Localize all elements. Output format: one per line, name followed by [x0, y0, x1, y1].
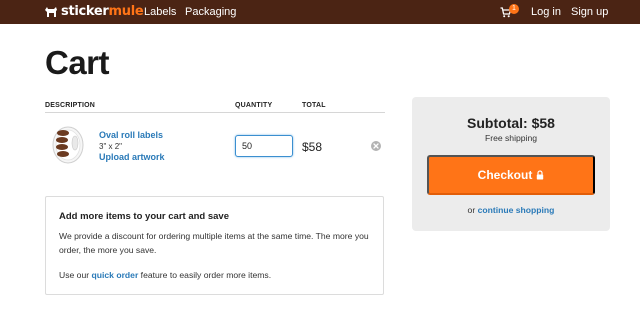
- column-header-quantity: QUANTITY: [235, 102, 273, 109]
- top-nav-bar: stickermule Labels Packaging 1 Log in Si…: [0, 0, 640, 24]
- item-total: $58: [302, 140, 323, 154]
- logo[interactable]: stickermule: [44, 4, 144, 20]
- nav-link-labels[interactable]: Labels: [144, 0, 176, 24]
- remove-item-button[interactable]: [371, 141, 381, 151]
- discount-title: Add more items to your cart and save: [59, 211, 229, 222]
- close-icon: [373, 143, 379, 149]
- checkout-button[interactable]: Checkout: [427, 155, 595, 195]
- shipping-note: Free shipping: [484, 133, 538, 143]
- quantity-input[interactable]: [235, 135, 293, 157]
- discount-description: We provide a discount for ordering multi…: [59, 231, 369, 255]
- upload-artwork-link[interactable]: Upload artwork: [99, 152, 165, 162]
- page-title: Cart: [45, 44, 110, 81]
- subtotal: Subtotal: $58: [467, 115, 555, 131]
- checkout-label: Checkout: [477, 168, 533, 182]
- item-name-link[interactable]: Oval roll labels: [99, 130, 163, 140]
- continue-shopping-link[interactable]: continue shopping: [478, 205, 555, 215]
- logo-text: stickermule: [61, 4, 144, 19]
- quick-order-note: Use our quick order feature to easily or…: [59, 270, 272, 280]
- continue-shopping-row: or continue shopping: [467, 205, 555, 215]
- order-summary-panel: Subtotal: $58 Free shipping Checkout or …: [412, 97, 610, 231]
- discount-info-box: Add more items to your cart and save We …: [45, 196, 384, 295]
- lock-icon: [537, 170, 544, 180]
- nav-link-packaging[interactable]: Packaging: [185, 0, 236, 24]
- product-thumbnail: [50, 125, 86, 165]
- signup-link[interactable]: Sign up: [571, 0, 608, 24]
- mule-logo-icon: [45, 7, 57, 17]
- cart-count-badge: 1: [509, 4, 519, 14]
- quick-order-link[interactable]: quick order: [91, 270, 138, 280]
- login-link[interactable]: Log in: [531, 0, 561, 24]
- column-header-description: DESCRIPTION: [45, 102, 96, 109]
- cart-button[interactable]: 1: [500, 4, 520, 19]
- table-header-divider: [45, 112, 385, 113]
- column-header-total: TOTAL: [302, 102, 326, 109]
- item-size: 3" x 2": [99, 142, 123, 151]
